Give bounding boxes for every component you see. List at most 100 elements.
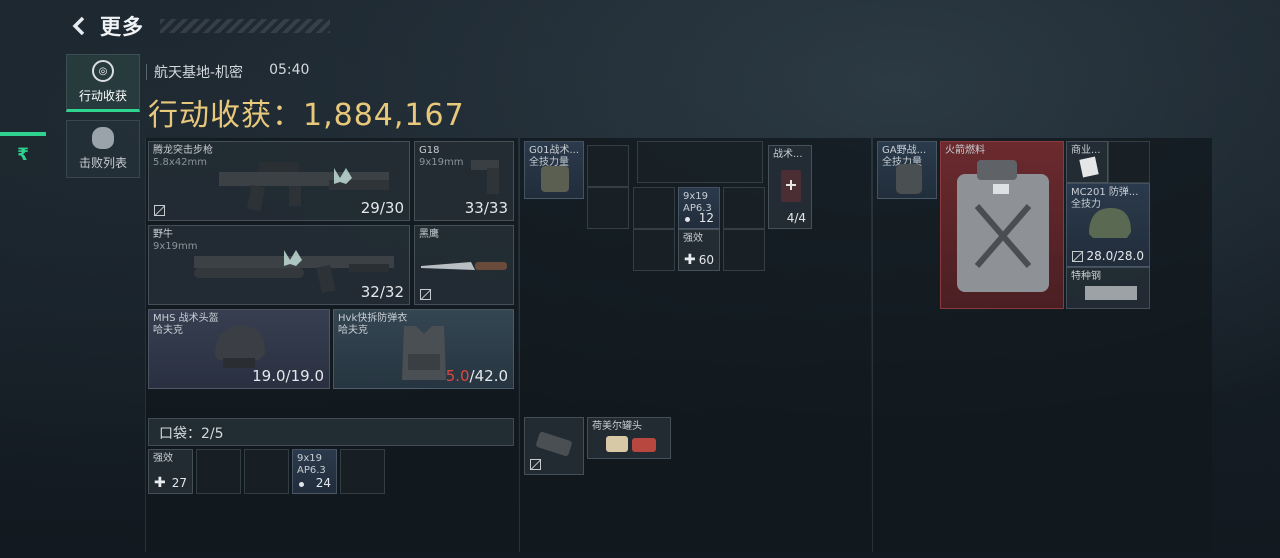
- header-decoration: [160, 19, 330, 33]
- medkit-icon: [781, 170, 801, 202]
- rig-slot-empty: [587, 187, 629, 229]
- rig-item-slot[interactable]: 9x19 AP6.3 12: [678, 187, 720, 229]
- header: 更多: [66, 10, 330, 42]
- helmet-slot[interactable]: MHS 战术头盔 哈夫克 19.0/19.0: [148, 309, 330, 389]
- backpack-item-slot[interactable]: 特种钢: [1066, 267, 1150, 309]
- rig-icon: [541, 166, 569, 192]
- pistol-icon: [471, 160, 499, 194]
- backpack-item-slot[interactable]: 商业...: [1066, 141, 1108, 183]
- item-name: 强效: [153, 453, 173, 464]
- item-name: 野牛: [153, 229, 173, 240]
- item-name: 战术...: [773, 149, 803, 160]
- item-name: 强效: [683, 233, 703, 244]
- item-name: 9x19: [683, 191, 709, 202]
- tab-label: 击败列表: [78, 156, 127, 170]
- tab-kill-list[interactable]: 击败列表: [66, 120, 140, 178]
- skull-icon: [92, 127, 114, 149]
- haul-total: 行动收获：1,884,167: [148, 90, 465, 134]
- rig-slot-empty: [633, 187, 675, 229]
- rig-slot-empty: [633, 229, 675, 271]
- item-name: 黑鹰: [419, 229, 439, 240]
- fuel-canister-icon: [957, 160, 1049, 292]
- map-name: 航天基地-机密: [154, 65, 244, 81]
- secure-case-slot[interactable]: [524, 417, 584, 475]
- ammo-count: 33/33: [464, 199, 508, 217]
- durability-max: /42.0: [469, 367, 508, 385]
- unsecured-icon: [530, 459, 541, 470]
- tab-action-haul[interactable]: ◎ 行动收获: [66, 54, 140, 112]
- knife-icon: [421, 262, 507, 270]
- target-icon: ◎: [92, 60, 114, 82]
- currency-tab[interactable]: ₹: [0, 132, 46, 174]
- rig-slot-empty: [723, 187, 765, 229]
- pocket-slot-empty: [244, 449, 289, 494]
- item-brand: 哈夫克: [338, 324, 368, 336]
- backpack-slot-empty: [1108, 141, 1150, 183]
- ammo-dot-icon: [685, 217, 690, 222]
- case-item-slot[interactable]: 荷美尔罐头: [587, 417, 671, 459]
- haul-value: 1,884,167: [303, 98, 465, 133]
- item-count: 12: [698, 211, 714, 225]
- ammo-dot-icon: [299, 482, 304, 487]
- item-name: G01战术...: [529, 145, 580, 156]
- document-icon: [1079, 156, 1099, 178]
- item-name: MC201 防弹...: [1071, 187, 1139, 198]
- page-title: 更多: [100, 15, 144, 39]
- ammo-count: 29/30: [360, 199, 404, 217]
- secondary-weapon-slot[interactable]: 野牛 9x19mm 32/32: [148, 225, 410, 305]
- durability: 19.0/19.0: [252, 367, 324, 385]
- match-time: 05:40: [269, 62, 310, 78]
- item-name: 火箭燃料: [945, 145, 985, 156]
- backpack-item-slot[interactable]: 火箭燃料: [940, 141, 1064, 309]
- item-name: 腾龙突击步枪: [153, 145, 213, 156]
- item-count: 60: [698, 253, 714, 267]
- item-count: 24: [315, 476, 331, 490]
- rig-item-slot[interactable]: 强效 ✚ 60: [678, 229, 720, 271]
- armor-slot[interactable]: Hvk快拆防弹衣 哈夫克 5.0/42.0: [333, 309, 514, 389]
- backpack-slot[interactable]: GA野战... 全技力量: [877, 141, 937, 199]
- primary-weapon-slot[interactable]: 腾龙突击步枪 5.8x42mm 29/30: [148, 141, 410, 221]
- item-sub: AP6.3: [297, 464, 326, 476]
- item-name: 9x19: [297, 453, 323, 464]
- item-brand: 哈夫克: [153, 324, 183, 336]
- tab-label: 行动收获: [78, 89, 127, 103]
- rig-slot-empty: [723, 229, 765, 271]
- item-name: GA野战...: [882, 145, 927, 156]
- haul-label: 行动收获：: [148, 98, 303, 133]
- item-name: G18: [419, 145, 440, 156]
- map-info: 航天基地-机密 05:40: [146, 62, 310, 82]
- rig-slot-empty: [637, 141, 763, 183]
- divider: [146, 64, 147, 80]
- phone-icon: [536, 431, 572, 457]
- plus-icon: ✚: [154, 475, 166, 491]
- side-tabs: ◎ 行动收获 击败列表: [66, 54, 140, 186]
- pocket-header: 口袋：2/5: [148, 418, 514, 446]
- backpack-item-slot[interactable]: MC201 防弹... 全技力 28.0/28.0: [1066, 183, 1150, 267]
- pocket-slot-empty: [340, 449, 385, 494]
- unsecured-icon: [154, 205, 165, 216]
- item-count: 4/4: [786, 211, 806, 225]
- plus-icon: ✚: [684, 252, 696, 268]
- sidearm-slot[interactable]: G18 9x19mm 33/33: [414, 141, 514, 221]
- item-count: 27: [171, 476, 187, 490]
- rig-slot-empty: [587, 145, 629, 187]
- currency-icon: ₹: [17, 145, 29, 165]
- durability-current: 5.0: [445, 367, 470, 385]
- pocket-label: 口袋：2/5: [159, 426, 224, 442]
- unsecured-icon: [1072, 251, 1083, 262]
- ammo-count: 32/32: [360, 283, 404, 301]
- rig-item-slot[interactable]: 战术... 4/4: [768, 145, 812, 229]
- steel-icon: [1085, 286, 1137, 300]
- melee-slot[interactable]: 黑鹰: [414, 225, 514, 305]
- item-ammo: 9x19mm: [419, 156, 464, 168]
- pocket-slot[interactable]: 强效 ✚ 27: [148, 449, 193, 494]
- pocket-slot[interactable]: 9x19 AP6.3 24: [292, 449, 337, 494]
- item-name: 商业...: [1071, 145, 1101, 156]
- canned-food-icon: [606, 436, 656, 452]
- backpack-icon: [896, 164, 922, 194]
- helmet-icon: [1089, 208, 1131, 238]
- durability: 28.0/28.0: [1086, 249, 1144, 263]
- item-ammo: 5.8x42mm: [153, 156, 208, 168]
- chevron-left-icon[interactable]: [66, 12, 94, 40]
- chest-rig-slot[interactable]: G01战术... 全技力量: [524, 141, 584, 199]
